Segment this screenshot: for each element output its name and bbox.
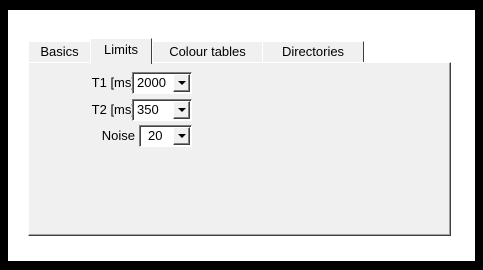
t1-dropdown[interactable]: 2000	[132, 72, 192, 94]
tab-basics[interactable]: Basics	[28, 41, 91, 62]
limits-panel: T1 [ms] 2000 T2 [ms] 350 Noise 20	[28, 62, 451, 236]
noise-dropdown-button[interactable]	[173, 127, 190, 145]
noise-label: Noise	[101, 128, 135, 143]
noise-dropdown[interactable]: 20	[139, 125, 192, 147]
chevron-down-icon	[178, 81, 186, 85]
chevron-down-icon	[178, 108, 186, 112]
t2-dropdown-button[interactable]	[173, 101, 190, 119]
chevron-down-icon	[178, 134, 186, 138]
tab-strip: Basics Limits Colour tables Directories	[28, 38, 428, 64]
tab-directories[interactable]: Directories	[262, 41, 364, 62]
noise-value: 20	[148, 128, 163, 143]
t2-dropdown[interactable]: 350	[132, 99, 192, 121]
t1-dropdown-button[interactable]	[173, 74, 190, 92]
t1-value: 2000	[137, 75, 166, 90]
window: Basics Limits Colour tables Directories …	[8, 10, 475, 261]
t2-value: 350	[137, 102, 159, 117]
tab-colour-tables[interactable]: Colour tables	[152, 41, 263, 62]
t1-label: T1 [ms]	[91, 75, 135, 90]
tab-limits[interactable]: Limits	[90, 38, 152, 64]
t2-label: T2 [ms]	[91, 102, 135, 117]
